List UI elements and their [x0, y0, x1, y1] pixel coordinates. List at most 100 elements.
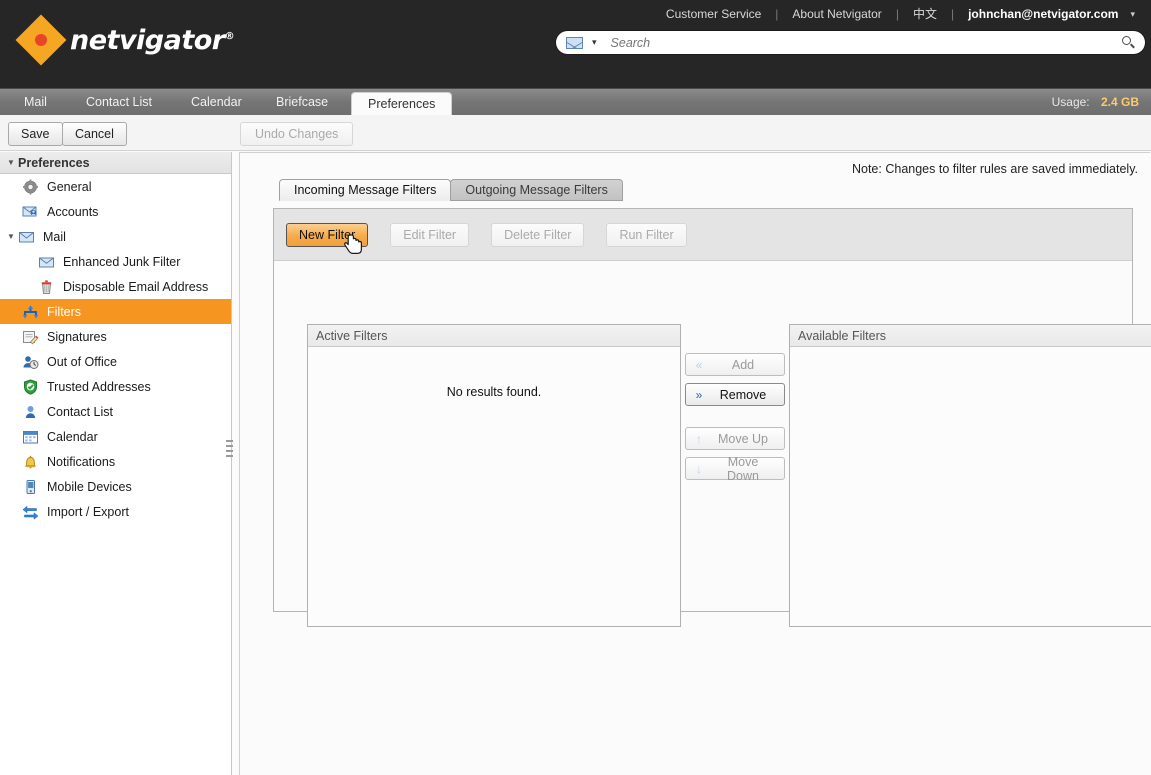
sidebar-item-mail[interactable]: ▼ Mail [0, 224, 231, 249]
sidebar-item-disposable-email-address[interactable]: Disposable Email Address [0, 274, 231, 299]
tab-preferences[interactable]: Preferences [351, 92, 453, 116]
sidebar-item-notifications[interactable]: Notifications [0, 449, 231, 474]
search-bar[interactable]: ▾ [556, 31, 1145, 54]
sidebar-item-label: Import / Export [47, 504, 129, 519]
filter-transfer-buttons: « Add » Remove ↑ Move Up ↓ Move Down [685, 353, 785, 487]
sidebar-item-label: General [47, 179, 92, 194]
usage-value: 2.4 GB [1100, 95, 1139, 109]
app-tab-bar: Mail Contact List Calendar Briefcase Pre… [0, 88, 1151, 116]
chevron-down-icon[interactable]: ▾ [1130, 9, 1137, 20]
sidebar-item-out-of-office[interactable]: Out of Office [0, 349, 231, 374]
import-export-icon [22, 504, 40, 520]
filter-icon [22, 304, 40, 320]
sidebar-item-label: Mail [43, 229, 66, 244]
remove-filter-button[interactable]: » Remove [685, 383, 785, 406]
tab-outgoing-message-filters[interactable]: Outgoing Message Filters [450, 179, 623, 201]
contact-icon [22, 404, 40, 420]
undo-changes-button[interactable]: Undo Changes [240, 122, 354, 146]
sidebar-item-trusted-addresses[interactable]: Trusted Addresses [0, 374, 231, 399]
arrow-down-icon: ↓ [696, 461, 702, 476]
shield-check-icon [22, 378, 40, 395]
sidebar-item-mobile-devices[interactable]: Mobile Devices [0, 474, 231, 499]
sidebar-item-calendar[interactable]: Calendar [0, 424, 231, 449]
filter-note: Note: Changes to filter rules are saved … [851, 162, 1138, 176]
tab-calendar[interactable]: Calendar [175, 89, 258, 116]
twisty-icon[interactable]: ▼ [4, 232, 18, 241]
available-filters-pane: Available Filters [789, 324, 1151, 627]
logo-text-vigator: vigator [118, 24, 225, 56]
trash-icon [38, 279, 56, 295]
sidebar-item-signatures[interactable]: Signatures [0, 324, 231, 349]
filter-management-box: New Filter Edit Filter Delete Filter Run… [273, 208, 1151, 627]
tab-mail[interactable]: Mail [8, 89, 63, 116]
move-up-label: Move Up [717, 431, 769, 446]
save-button[interactable]: Save [8, 122, 63, 146]
twisty-icon[interactable]: ▼ [4, 152, 18, 174]
add-filter-button[interactable]: « Add [685, 353, 785, 376]
sidebar-item-label: Mobile Devices [47, 479, 132, 494]
active-filters-title: Active Filters [308, 325, 680, 347]
sidebar-item-enhanced-junk-filter[interactable]: Enhanced Junk Filter [0, 249, 231, 274]
chevron-down-icon[interactable]: ▾ [592, 37, 597, 48]
link-about-netvigator[interactable]: About Netvigator [778, 4, 895, 24]
sidebar-item-label: Enhanced Junk Filter [63, 254, 181, 269]
sidebar-item-label: Filters [47, 304, 82, 319]
sidebar-item-label: Notifications [47, 454, 116, 469]
remove-filter-label: Remove [719, 387, 767, 402]
sidebar-item-general[interactable]: General [0, 174, 231, 199]
sidebar-item-contact-list[interactable]: Contact List [0, 399, 231, 424]
sidebar-item-label: Out of Office [47, 354, 117, 369]
preferences-sidebar: ▼ Preferences General Accounts ▼ Mail En… [0, 152, 232, 775]
user-email-label[interactable]: johnchan@netvigator.com [954, 7, 1130, 21]
preferences-toolbar [0, 115, 1151, 151]
link-chinese-language[interactable]: 中文 [899, 4, 951, 24]
tab-briefcase[interactable]: Briefcase [260, 89, 344, 116]
add-filter-label: Add [731, 357, 755, 372]
signature-icon [22, 329, 40, 345]
double-arrow-right-icon: » [695, 387, 703, 402]
out-of-office-icon [22, 354, 40, 370]
logo-diamond-icon [15, 14, 67, 66]
sidebar-item-import-export[interactable]: Import / Export [0, 499, 231, 524]
active-filters-empty-message: No results found. [446, 385, 542, 399]
registered-mark: ® [224, 30, 235, 42]
sidebar-item-label: Accounts [47, 204, 99, 219]
usage-label: Usage: [1051, 95, 1090, 109]
logo-text-net: net [70, 24, 119, 56]
delete-filter-button[interactable]: Delete Filter [491, 222, 585, 247]
link-customer-service[interactable]: Customer Service [652, 4, 775, 24]
move-up-button[interactable]: ↑ Move Up [685, 427, 785, 450]
netvigator-logo[interactable]: netvigator® [15, 14, 235, 66]
available-filters-title: Available Filters [790, 325, 1151, 347]
double-arrow-left-icon: « [695, 357, 703, 372]
mail-icon [18, 229, 36, 245]
arrow-up-icon: ↑ [696, 431, 702, 446]
sidebar-item-label: Trusted Addresses [47, 379, 151, 394]
search-input[interactable] [608, 34, 1122, 51]
top-nav-links: Customer Service | About Netvigator | 中文… [652, 4, 1137, 24]
move-down-button[interactable]: ↓ Move Down [685, 454, 785, 483]
sidebar-item-accounts[interactable]: Accounts [0, 199, 231, 224]
sidebar-splitter-handle[interactable] [226, 440, 233, 466]
sidebar-item-label: Calendar [47, 429, 98, 444]
run-filter-button[interactable]: Run Filter [606, 222, 687, 247]
search-icon[interactable] [1122, 35, 1136, 50]
new-filter-button[interactable]: New Filter [286, 222, 369, 247]
mobile-icon [22, 479, 40, 495]
sidebar-header[interactable]: ▼ Preferences [0, 152, 231, 174]
edit-filter-button[interactable]: Edit Filter [390, 222, 470, 247]
accounts-icon [22, 204, 40, 220]
sidebar-item-label: Disposable Email Address [63, 279, 209, 294]
usage-indicator: Usage: 2.4 GB [1052, 89, 1139, 116]
logo-wordmark: netvigator® [70, 24, 235, 56]
calendar-icon [22, 429, 40, 445]
main-content: Note: Changes to filter rules are saved … [233, 152, 1151, 775]
move-down-label: Move Down [727, 454, 759, 483]
tab-incoming-message-filters[interactable]: Incoming Message Filters [279, 179, 452, 201]
cancel-button[interactable]: Cancel [62, 122, 127, 146]
top-header: netvigator® Customer Service | About Net… [0, 0, 1151, 88]
mail-icon[interactable] [566, 36, 583, 49]
filter-action-toolbar: New Filter Edit Filter Delete Filter Run… [274, 209, 1132, 261]
sidebar-item-filters[interactable]: Filters [0, 299, 231, 324]
tab-contact-list[interactable]: Contact List [70, 89, 168, 116]
